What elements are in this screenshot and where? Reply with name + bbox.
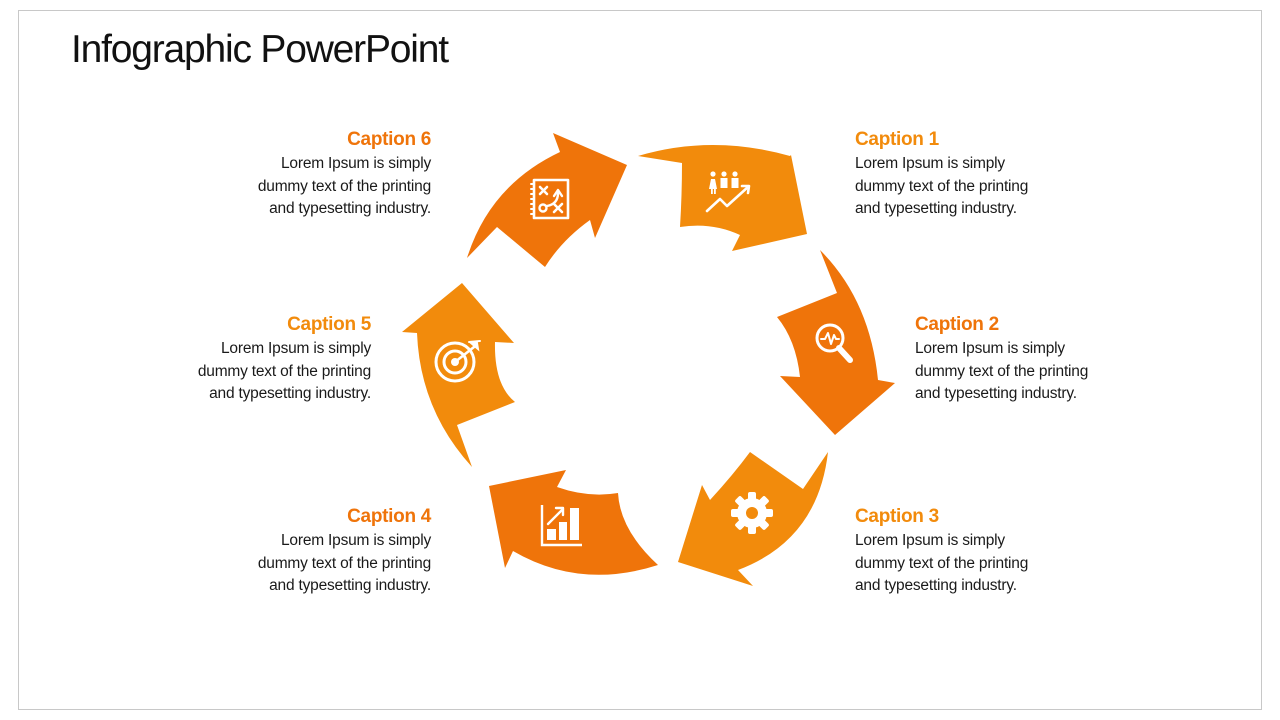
caption-body-3: Lorem Ipsum is simply dummy text of the … bbox=[855, 530, 1115, 598]
arrow-shape-2 bbox=[777, 250, 895, 435]
caption-body-2: Lorem Ipsum is simply dummy text of the … bbox=[915, 338, 1175, 406]
caption-line: Lorem Ipsum is simply bbox=[281, 532, 431, 549]
caption-title-2: Caption 2 bbox=[915, 314, 999, 335]
caption-block-3: Caption 3 Lorem Ipsum is simply dummy te… bbox=[855, 504, 1115, 598]
arrow-shape-1 bbox=[638, 145, 807, 251]
caption-block-6: Caption 6 Lorem Ipsum is simply dummy te… bbox=[171, 127, 431, 221]
caption-line: dummy text of the printing bbox=[197, 362, 371, 380]
arrow-shape-6 bbox=[467, 133, 627, 267]
caption-line: and typesetting industry. bbox=[209, 385, 371, 402]
caption-title-6: Caption 6 bbox=[347, 129, 431, 150]
caption-block-2: Caption 2 Lorem Ipsum is simply dummy te… bbox=[915, 312, 1175, 406]
caption-block-5: Caption 5 Lorem Ipsum is simply dummy te… bbox=[111, 312, 371, 406]
caption-body-1: Lorem Ipsum is simply dummy text of the … bbox=[855, 153, 1115, 221]
caption-title-1: Caption 1 bbox=[855, 129, 939, 150]
caption-title-5: Caption 5 bbox=[287, 314, 371, 335]
caption-line: Lorem Ipsum is simply bbox=[281, 155, 431, 172]
caption-line: Lorem Ipsum is simply bbox=[221, 340, 371, 357]
caption-title-4: Caption 4 bbox=[347, 506, 431, 527]
caption-line: and typesetting industry. bbox=[915, 385, 1077, 402]
caption-line: Lorem Ipsum is simply bbox=[915, 340, 1065, 357]
caption-body-5: Lorem Ipsum is simply dummy text of the … bbox=[111, 338, 371, 406]
arrow-shape-5 bbox=[402, 283, 515, 467]
caption-line: and typesetting industry. bbox=[269, 200, 431, 217]
caption-block-4: Caption 4 Lorem Ipsum is simply dummy te… bbox=[171, 504, 431, 598]
cycle-arrow-3 bbox=[678, 452, 828, 586]
gear-icon bbox=[731, 492, 773, 534]
caption-body-4: Lorem Ipsum is simply dummy text of the … bbox=[171, 530, 431, 598]
caption-line: Lorem Ipsum is simply bbox=[855, 532, 1005, 549]
caption-line: dummy text of the printing bbox=[257, 177, 431, 195]
caption-line: dummy text of the printing bbox=[855, 554, 1029, 572]
caption-line: and typesetting industry. bbox=[269, 577, 431, 594]
caption-body-6: Lorem Ipsum is simply dummy text of the … bbox=[171, 153, 431, 221]
cycle-arrow-1 bbox=[638, 145, 807, 251]
caption-line: and typesetting industry. bbox=[855, 577, 1017, 594]
cycle-arrow-2 bbox=[777, 250, 895, 435]
caption-block-1: Caption 1 Lorem Ipsum is simply dummy te… bbox=[855, 127, 1115, 221]
caption-title-3: Caption 3 bbox=[855, 506, 939, 527]
caption-line: and typesetting industry. bbox=[855, 200, 1017, 217]
cycle-arrow-5 bbox=[402, 283, 515, 467]
caption-line: dummy text of the printing bbox=[915, 362, 1089, 380]
caption-line: dummy text of the printing bbox=[257, 554, 431, 572]
cycle-arrow-6 bbox=[467, 133, 627, 267]
caption-line: dummy text of the printing bbox=[855, 177, 1029, 195]
cycle-arrow-4 bbox=[489, 470, 658, 575]
caption-line: Lorem Ipsum is simply bbox=[855, 155, 1005, 172]
